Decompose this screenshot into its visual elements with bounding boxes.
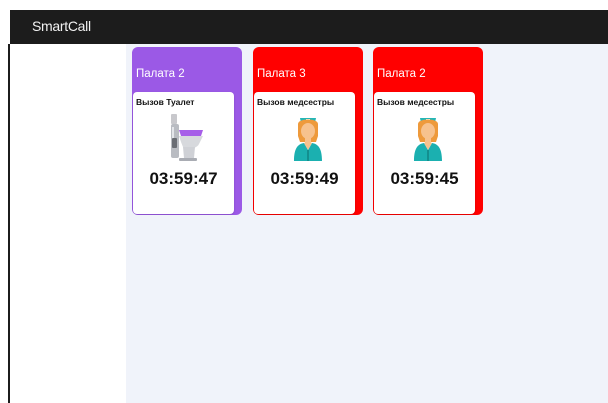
call-type-label: Вызов Туалет bbox=[136, 97, 195, 107]
call-timer: 03:59:45 bbox=[390, 169, 459, 188]
call-type-label: Вызов медсестры bbox=[257, 97, 335, 107]
call-card-body: Вызов медсестры 03:59:49 bbox=[254, 92, 355, 214]
top-bar: SmartCall bbox=[10, 10, 608, 44]
call-card-room-2-nurse[interactable]: Палата 2 Вызов медсестры 03:59:45 bbox=[373, 47, 483, 215]
call-card-room-3-nurse[interactable]: Палата 3 Вызов медсестры 03:59:49 bbox=[253, 47, 363, 215]
call-card-body: Вызов Туалет 03:59:47 bbox=[133, 92, 234, 214]
call-timer: 03:59:47 bbox=[149, 169, 218, 188]
room-label: Палата 2 bbox=[377, 68, 426, 80]
nurse-icon bbox=[414, 118, 442, 161]
app-logo: SmartCall bbox=[32, 18, 91, 34]
call-type-label: Вызов медсестры bbox=[377, 97, 455, 107]
sidebar bbox=[10, 44, 126, 403]
nurse-icon bbox=[294, 118, 322, 161]
call-card-room-2-toilet[interactable]: Палата 2 Вызов Туалет 03:59:47 bbox=[132, 47, 242, 215]
call-timer: 03:59:49 bbox=[270, 169, 339, 188]
call-card-body: Вызов медсестры 03:59:45 bbox=[374, 92, 475, 214]
room-label: Палата 3 bbox=[257, 68, 306, 80]
room-label: Палата 2 bbox=[136, 68, 185, 80]
toilet-icon bbox=[171, 114, 203, 161]
